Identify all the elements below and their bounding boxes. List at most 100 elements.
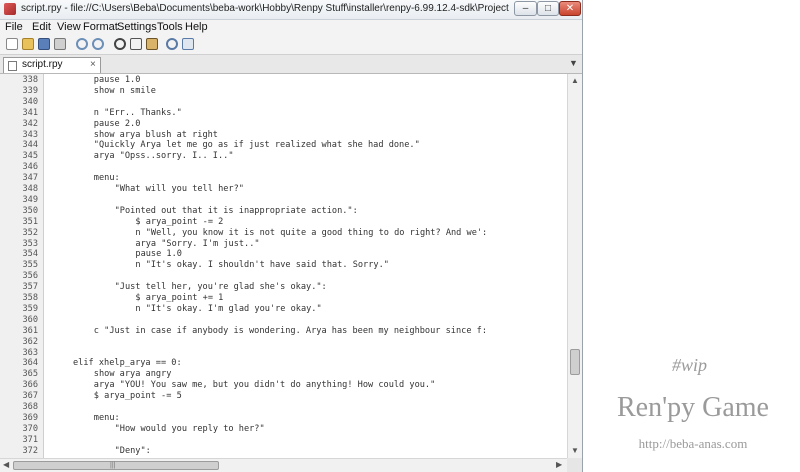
cut-icon[interactable]: [114, 38, 126, 50]
line-number: 340: [22, 96, 38, 107]
tab-label: script.rpy: [22, 59, 63, 70]
line-number: 369: [22, 412, 38, 423]
line-number: 359: [22, 303, 38, 314]
scroll-left-icon[interactable]: ◀: [3, 460, 9, 469]
window-title: script.rpy - file://C:\Users\Beba\Docume…: [21, 3, 509, 14]
code-line: c "Just in case if anybody is wondering.…: [93, 325, 488, 336]
app-icon: [4, 3, 16, 15]
line-number: 342: [22, 118, 38, 129]
tab-list-dropdown-icon[interactable]: ▼: [569, 58, 578, 68]
code-line: arya "Sorry. I'm just..": [135, 238, 260, 249]
code-line: menu:: [93, 173, 120, 184]
scroll-up-icon[interactable]: ▲: [571, 76, 579, 85]
code-line: "What will you tell her?": [114, 184, 244, 194]
vertical-scrollbar[interactable]: ▲ ▼: [567, 74, 582, 458]
code-line: $ arya_point -= 5: [93, 391, 182, 402]
line-number: 354: [22, 249, 38, 260]
menu-settings[interactable]: Settings: [117, 21, 157, 33]
replace-icon[interactable]: [182, 38, 194, 50]
horizontal-scrollbar[interactable]: ◀ ||| ▶: [0, 458, 567, 472]
line-number: 346: [22, 162, 38, 173]
menu-tools[interactable]: Tools: [157, 21, 183, 33]
code-line: $ arya_point -= 2: [135, 216, 224, 227]
vertical-scroll-thumb[interactable]: [570, 349, 580, 375]
scroll-down-icon[interactable]: ▼: [571, 446, 579, 455]
code-line: arya "YOU! You saw me, but you didn't do…: [93, 380, 436, 391]
code-line: "Deny":: [114, 445, 151, 456]
line-number-gutter: 338 339 340 341 342 343 344 345 346 347 348 349 350 3…: [0, 74, 44, 458]
line-number: 364: [22, 358, 38, 369]
line-number: 361: [22, 325, 38, 336]
line-number: 363: [22, 347, 38, 358]
code-line: show n smile: [93, 85, 156, 96]
watermark-tag: #wip: [672, 355, 708, 375]
line-number: 356: [22, 271, 38, 282]
minimize-button[interactable]: –: [514, 1, 537, 16]
scroll-grip-icon: |||: [110, 462, 116, 469]
code-line: pause 1.0: [135, 249, 182, 260]
undo-icon[interactable]: [76, 38, 88, 50]
menu-file[interactable]: File: [5, 21, 23, 33]
line-number: 355: [22, 260, 38, 271]
line-number: 345: [22, 151, 38, 162]
toolbar: [0, 35, 582, 55]
line-number: 358: [22, 293, 38, 303]
code-line: "Just tell her, you're glad she's okay."…: [114, 282, 327, 293]
find-icon[interactable]: [166, 38, 178, 50]
line-number: 351: [22, 216, 38, 227]
line-number: 367: [22, 391, 38, 402]
title-bar[interactable]: script.rpy - file://C:\Users\Beba\Docume…: [0, 0, 582, 20]
horizontal-scroll-thumb[interactable]: |||: [13, 461, 219, 470]
line-number: 338: [22, 75, 38, 85]
code-line: elif xhelp_arya == 0:: [73, 358, 182, 369]
tab-close-icon[interactable]: ×: [90, 59, 96, 70]
tab-script-rpy[interactable]: script.rpy ×: [3, 57, 101, 73]
line-number: 360: [22, 314, 38, 325]
line-number: 372: [22, 445, 38, 456]
line-number: 339: [22, 85, 38, 96]
code-line: arya "Opss..sorry. I.. I..": [93, 151, 234, 162]
line-number: 371: [22, 434, 38, 445]
code-line: $ arya_point += 1: [135, 293, 224, 303]
code-line: "Quickly Arya let me go as if just reali…: [93, 140, 420, 151]
code-line: n "Well, you know it is not quite a good…: [135, 227, 488, 238]
code-line: "How would you reply to her?": [114, 423, 265, 434]
code-editor[interactable]: 338 339 340 341 342 343 344 345 346 347 348 349 350 3…: [0, 74, 567, 458]
menu-view[interactable]: View: [57, 21, 81, 33]
tab-bar: script.rpy × ▼: [0, 55, 582, 74]
code-line: pause 1.0: [93, 75, 141, 85]
file-icon: [8, 61, 17, 71]
line-number: 365: [22, 369, 38, 380]
code-line: pause 2.0: [93, 118, 141, 129]
code-line: n "It's okay. I shouldn't have said that…: [135, 260, 389, 271]
close-button[interactable]: ✕: [559, 1, 581, 16]
save-icon[interactable]: [38, 38, 50, 50]
code-line: show arya angry: [93, 369, 172, 380]
copy-icon[interactable]: [130, 38, 142, 50]
line-number: 348: [22, 184, 38, 194]
line-number: 350: [22, 205, 38, 216]
new-file-icon[interactable]: [6, 38, 18, 50]
menu-edit[interactable]: Edit: [32, 21, 51, 33]
line-number: 344: [22, 140, 38, 151]
paste-icon[interactable]: [146, 38, 158, 50]
line-number: 349: [22, 194, 38, 205]
menu-help[interactable]: Help: [185, 21, 208, 33]
code-line: n "It's okay. I'm glad you're okay.": [135, 303, 322, 314]
line-number: 357: [22, 282, 38, 293]
line-number: 366: [22, 380, 38, 391]
line-number: 353: [22, 238, 38, 249]
watermark-url: http://beba-anas.com: [638, 436, 748, 451]
line-number: 368: [22, 402, 38, 412]
print-icon[interactable]: [54, 38, 66, 50]
code-line: n "Err.. Thanks.": [93, 107, 182, 118]
open-folder-icon[interactable]: [22, 38, 34, 50]
redo-icon[interactable]: [92, 38, 104, 50]
line-number: 343: [22, 129, 38, 140]
scroll-corner: [567, 458, 582, 472]
line-number: 370: [22, 423, 38, 434]
menu-format[interactable]: Format: [83, 21, 118, 33]
scroll-right-icon[interactable]: ▶: [556, 460, 562, 469]
maximize-button[interactable]: □: [537, 1, 559, 16]
menu-bar: File Edit View Format Settings Tools Hel…: [0, 20, 582, 35]
